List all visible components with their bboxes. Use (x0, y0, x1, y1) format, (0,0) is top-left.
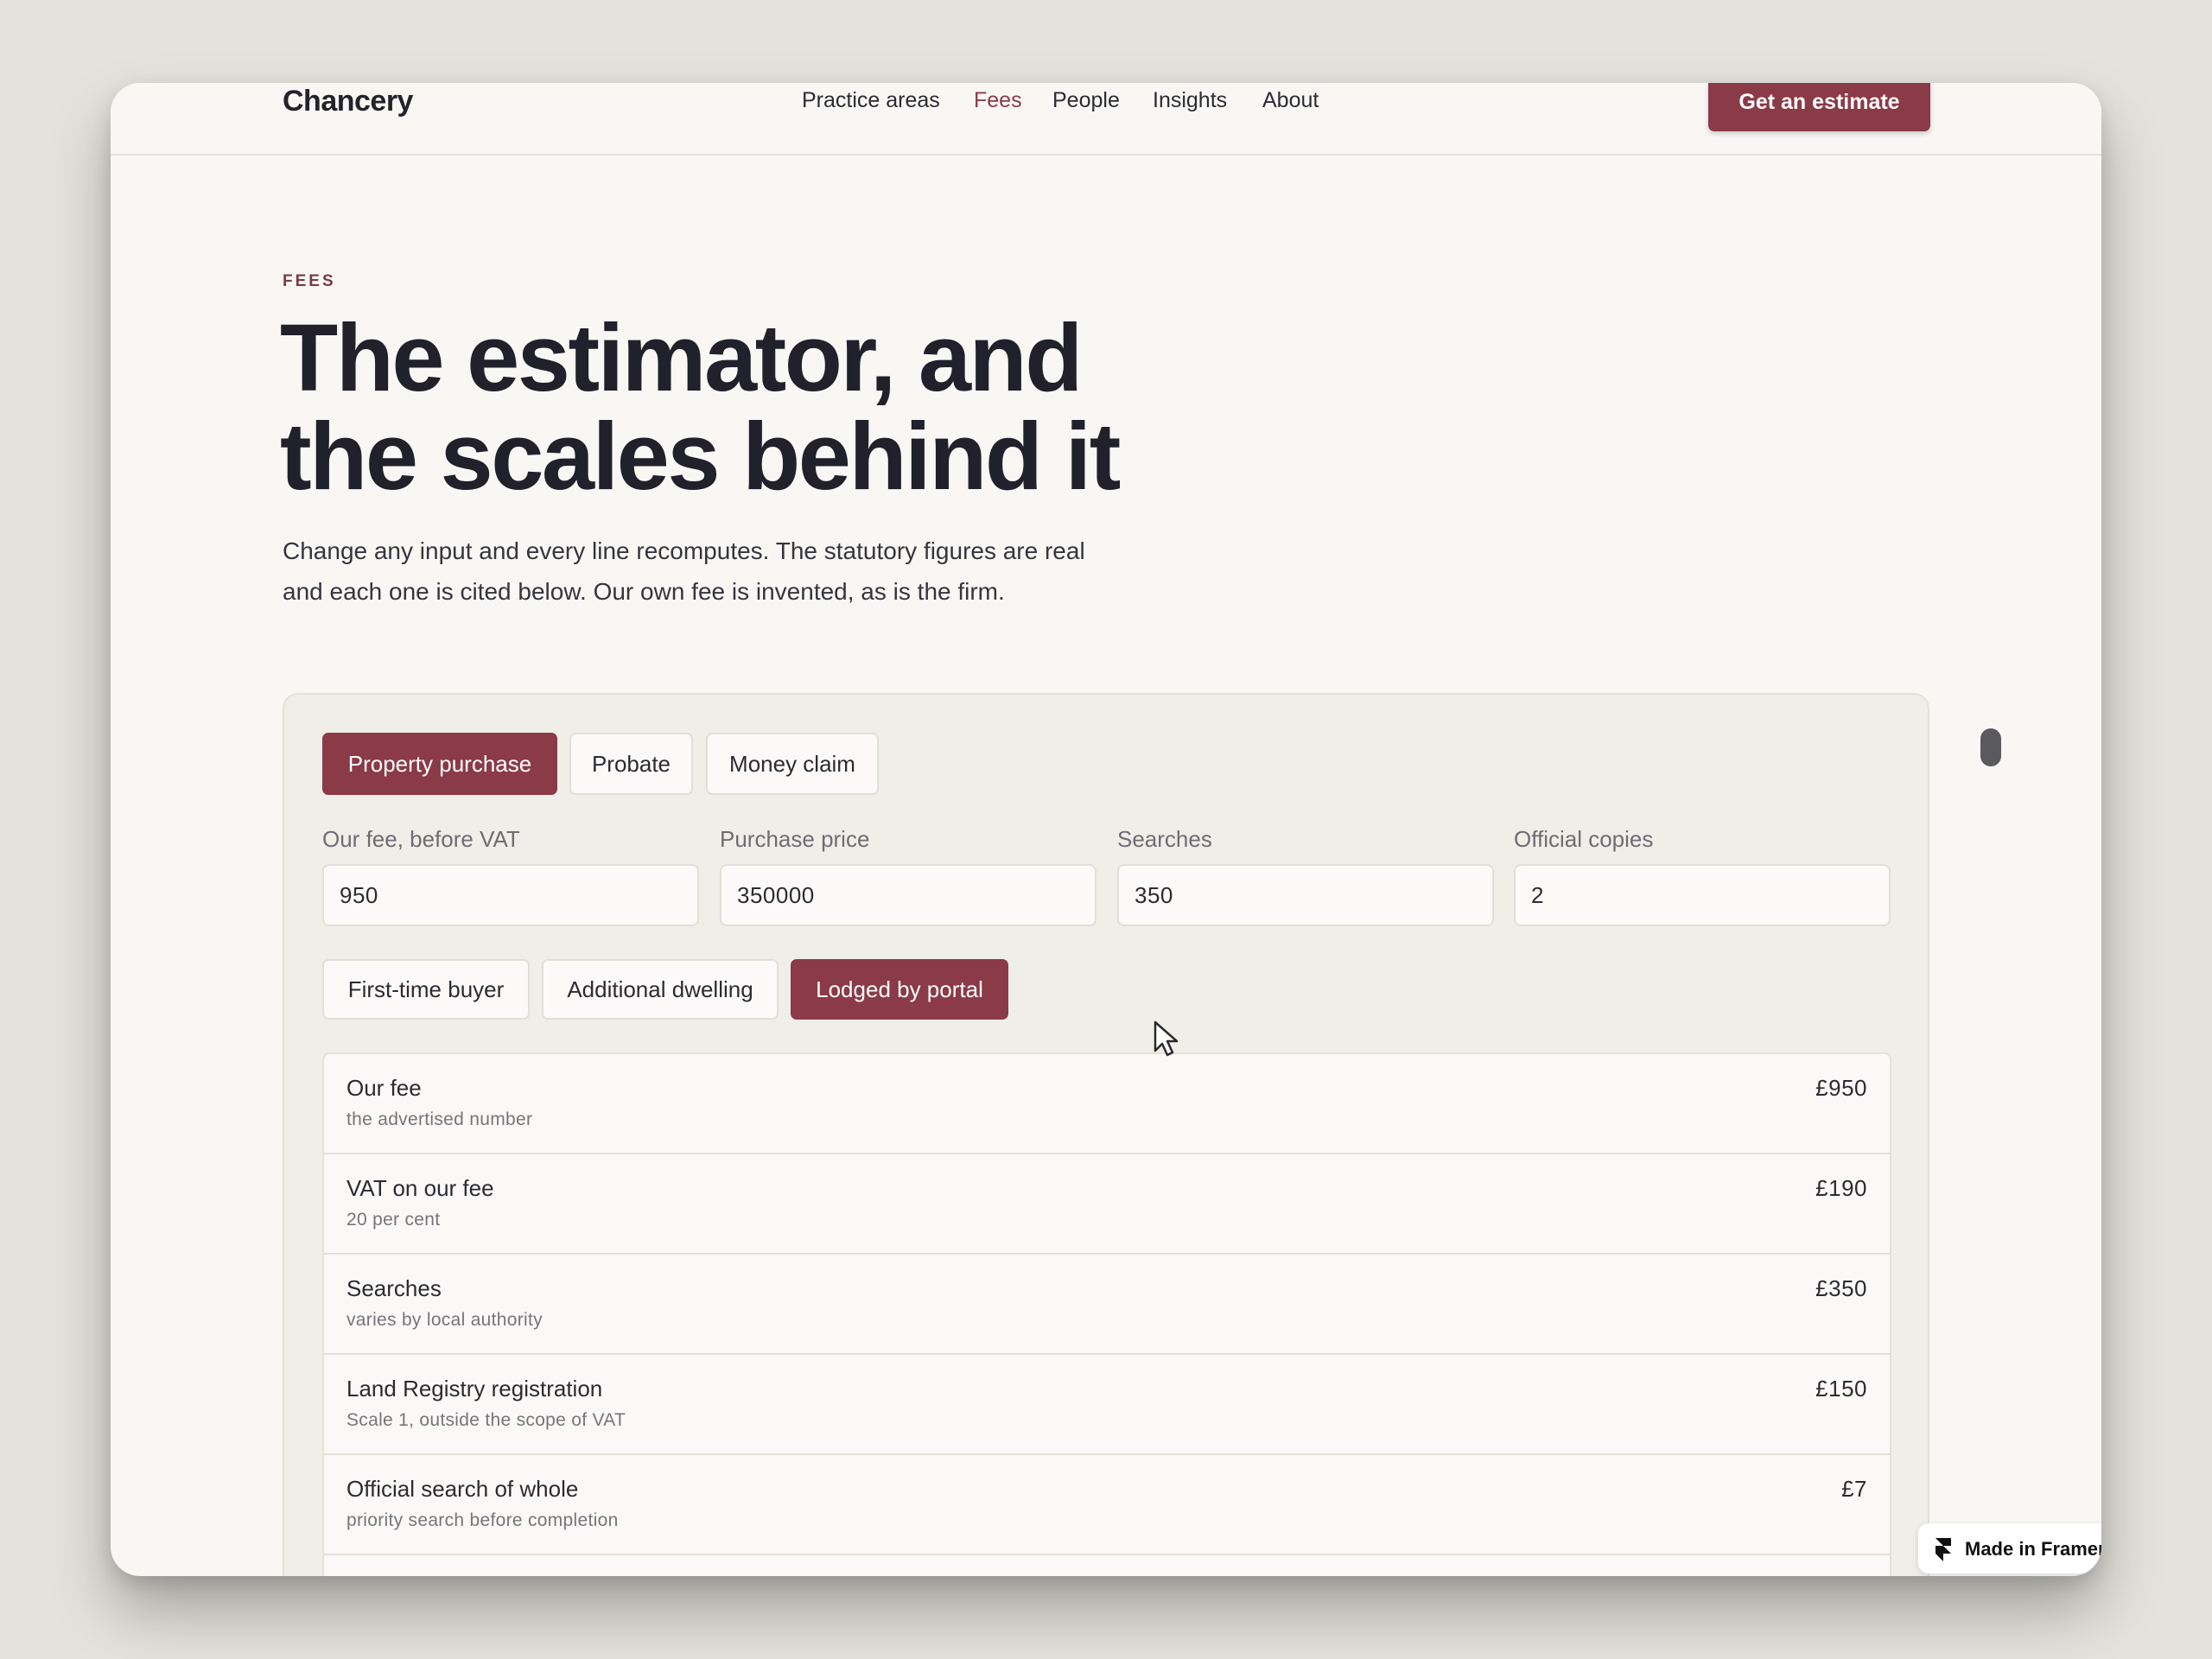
fee-line: VAT on our fee 20 per cent £190 (324, 1154, 1890, 1255)
browser-window: Chancery Practice areas Fees People Insi… (111, 83, 2101, 1576)
fee-line-note: the advertised number (346, 1109, 533, 1129)
purchase-price-label: Purchase price (720, 826, 870, 852)
page-title-line-1: The estimator, and (280, 305, 1083, 411)
fee-line-note: priority search before completion (346, 1510, 619, 1530)
additional-dwelling-toggle[interactable]: Additional dwelling (542, 959, 779, 1020)
first-time-buyer-toggle[interactable]: First-time buyer (322, 959, 530, 1020)
get-estimate-button[interactable]: Get an estimate (1708, 83, 1930, 131)
fee-line: Land Registry registration Scale 1, outs… (324, 1355, 1890, 1455)
intro-text: Change any input and every line recomput… (283, 537, 1085, 605)
tab-property-purchase[interactable]: Property purchase (322, 733, 557, 795)
fee-line-label: Searches (346, 1275, 442, 1301)
our-fee-label: Our fee, before VAT (322, 826, 520, 852)
fee-line-note: Scale 1, outside the scope of VAT (346, 1410, 626, 1430)
fee-line: Searches varies by local authority £350 (324, 1255, 1890, 1355)
fee-line-amount: £950 (1815, 1075, 1867, 1101)
fee-line-note: 20 per cent (346, 1210, 441, 1230)
fee-line: Our fee the advertised number £950 (324, 1054, 1890, 1154)
tab-probate[interactable]: Probate (569, 733, 693, 795)
nav-insights[interactable]: Insights (1153, 88, 1227, 113)
page-title: The estimator, and the scales behind it (280, 309, 1317, 506)
estimator-panel: Property purchase Probate Money claim Ou… (283, 693, 1929, 1576)
our-fee-input[interactable] (322, 864, 699, 926)
fee-line: Official search of whole priority search… (324, 1455, 1890, 1555)
site-header: Chancery Practice areas Fees People Insi… (111, 83, 2101, 156)
fee-breakdown-list: Our fee the advertised number £950 VAT o… (322, 1052, 1891, 1576)
nav-about[interactable]: About (1262, 88, 1319, 113)
fee-line-amount: £190 (1815, 1175, 1867, 1201)
made-in-framer-badge[interactable]: Made in Framer (1918, 1523, 2101, 1573)
searches-label: Searches (1117, 826, 1212, 852)
nav-people[interactable]: People (1052, 88, 1120, 113)
page-title-line-2: the scales behind it (280, 404, 1121, 510)
fee-line-label: VAT on our fee (346, 1175, 494, 1201)
made-in-framer-label: Made in Framer (1965, 1538, 2101, 1560)
tab-money-claim[interactable]: Money claim (706, 733, 879, 795)
official-copies-label: Official copies (1514, 826, 1654, 852)
fee-line-label: Land Registry registration (346, 1376, 603, 1402)
fee-line-amount: £150 (1815, 1376, 1867, 1402)
searches-input[interactable] (1117, 864, 1494, 926)
fee-line-label: Our fee (346, 1075, 422, 1101)
official-copies-input[interactable] (1514, 864, 1891, 926)
lodged-by-portal-toggle[interactable]: Lodged by portal (791, 959, 1008, 1020)
nav-fees[interactable]: Fees (974, 88, 1022, 113)
side-scroll-handle[interactable] (1980, 728, 2001, 766)
mouse-cursor-icon (1154, 1020, 1179, 1057)
framer-logo-icon (1936, 1538, 1951, 1561)
fee-line-amount: £350 (1815, 1275, 1867, 1301)
fee-line-note: varies by local authority (346, 1310, 543, 1330)
nav-practice-areas[interactable]: Practice areas (802, 88, 940, 113)
fee-line-label: Official search of whole (346, 1476, 579, 1502)
purchase-price-input[interactable] (720, 864, 1096, 926)
section-eyebrow: FEES (283, 272, 336, 290)
fee-line-amount: £7 (1841, 1476, 1867, 1502)
